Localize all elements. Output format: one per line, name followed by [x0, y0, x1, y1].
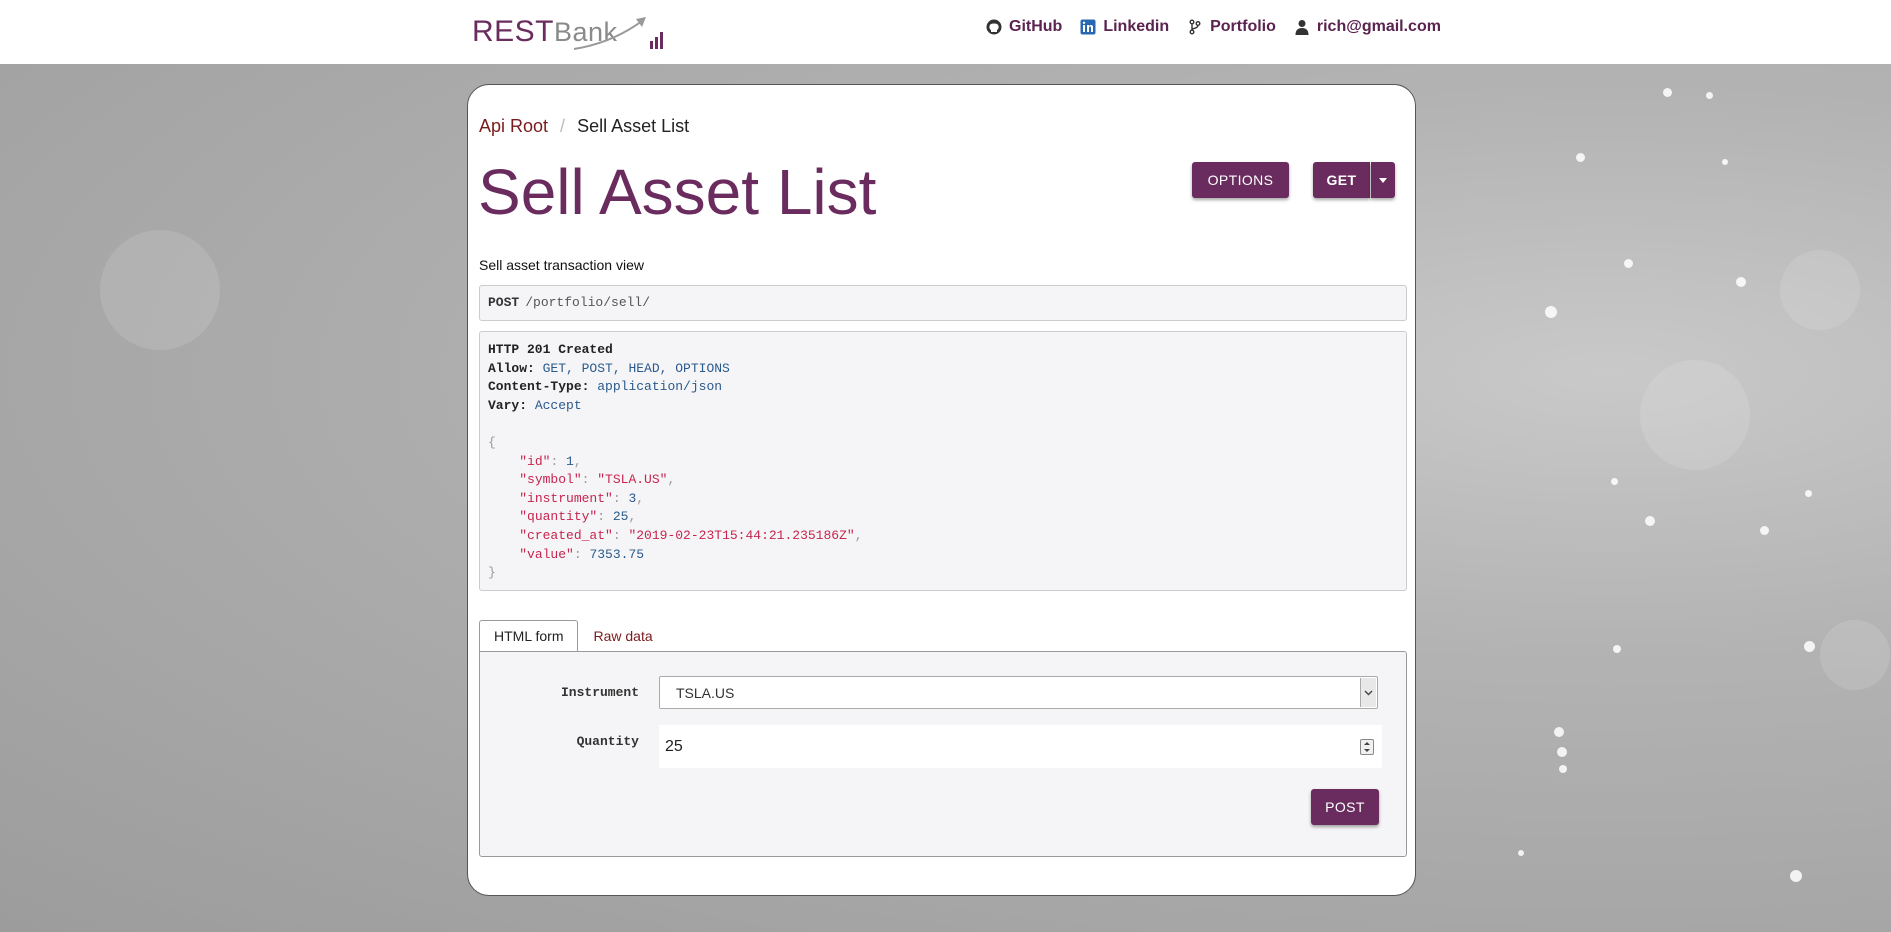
json-key: "symbol"	[519, 472, 582, 488]
json-line: "instrument": 3,	[519, 490, 645, 506]
nav-link-github[interactable]: GitHub	[986, 18, 1062, 36]
breadcrumb-separator: /	[560, 116, 566, 136]
chart-swoosh-icon	[573, 17, 663, 50]
branch-icon	[1189, 19, 1201, 35]
json-key: "value"	[519, 546, 574, 562]
header-value: application/json	[597, 379, 723, 395]
nav-link-portfolio[interactable]: Portfolio	[1187, 18, 1276, 36]
request-info: POST/portfolio/sell/	[479, 285, 1407, 321]
header-value: Accept	[534, 397, 582, 413]
post-button[interactable]: POST	[1311, 789, 1379, 825]
json-key: "id"	[519, 453, 551, 469]
caret-down-icon	[1379, 177, 1387, 183]
header-value: GET, POST, HEAD, OPTIONS	[542, 360, 730, 376]
user-icon	[1295, 20, 1309, 35]
header-key: Allow:	[488, 360, 535, 376]
tab-html-form[interactable]: HTML form	[479, 620, 579, 652]
json-value: 7353.75	[589, 546, 645, 562]
json-value: 1	[566, 453, 574, 469]
nav-link-label: rich@gmail.com	[1316, 18, 1441, 35]
header-key: Vary:	[488, 397, 528, 413]
instrument-selected-value: TSLA.US	[676, 684, 735, 701]
json-line: "created_at": "2019-02-23T15:44:21.23518…	[519, 527, 863, 543]
nav-link-label: Linkedin	[1103, 18, 1170, 35]
response-header: Allow: GET, POST, HEAD, OPTIONS	[488, 360, 1398, 379]
response-header: Content-Type: application/json	[488, 378, 1398, 397]
navbar: RESTBank GitHub Linkedin Portfolio rich@…	[0, 0, 1891, 64]
json-key: "quantity"	[519, 509, 598, 525]
json-close-brace: }	[488, 565, 496, 581]
nav-link-user[interactable]: rich@gmail.com	[1294, 18, 1441, 36]
json-value: 25	[612, 509, 629, 525]
get-format-dropdown-button[interactable]	[1371, 162, 1395, 198]
nav-link-label: GitHub	[1009, 18, 1063, 35]
linkedin-icon	[1080, 19, 1096, 35]
chevron-down-icon	[1360, 678, 1376, 707]
json-line: "value": 7353.75	[519, 546, 645, 562]
form-tabs: HTML form Raw data	[479, 620, 668, 652]
quantity-input[interactable]: 25	[659, 725, 1382, 768]
json-line: "id": 1,	[519, 453, 582, 469]
get-button[interactable]: GET	[1313, 162, 1370, 198]
github-icon	[986, 19, 1002, 35]
page-title: Sell Asset List	[478, 156, 877, 228]
stepper-down-icon	[1364, 749, 1370, 752]
content-card: Api Root / Sell Asset List Sell Asset Li…	[467, 84, 1416, 896]
nav-link-label: Portfolio	[1210, 18, 1276, 35]
quantity-value: 25	[665, 737, 683, 755]
json-open-brace: {	[488, 434, 496, 450]
breadcrumb: Api Root / Sell Asset List	[479, 116, 689, 137]
quantity-label: Quantity	[576, 734, 639, 749]
instrument-select[interactable]: TSLA.US	[659, 676, 1378, 709]
brand-rest: REST	[472, 15, 555, 48]
brand-logo[interactable]: RESTBank	[472, 13, 672, 53]
json-value: "TSLA.US"	[597, 472, 668, 488]
nav-links: GitHub Linkedin Portfolio rich@gmail.com	[986, 18, 1459, 36]
json-key: "instrument"	[519, 490, 613, 506]
html-form-panel: Instrument TSLA.US Quantity 25 POST	[479, 651, 1407, 857]
response-status: HTTP 201 Created	[488, 342, 613, 357]
breadcrumb-current: Sell Asset List	[577, 116, 690, 136]
response-header: Vary: Accept	[488, 397, 1398, 416]
options-button[interactable]: OPTIONS	[1192, 162, 1289, 198]
view-description: Sell asset transaction view	[479, 257, 644, 273]
json-value: "2019-02-23T15:44:21.235186Z"	[628, 527, 855, 543]
quantity-stepper[interactable]	[1360, 739, 1374, 755]
nav-link-linkedin[interactable]: Linkedin	[1080, 18, 1169, 36]
tab-raw-data[interactable]: Raw data	[578, 620, 667, 652]
request-url: /portfolio/sell/	[525, 295, 651, 310]
instrument-label: Instrument	[560, 685, 639, 700]
request-method: POST	[488, 295, 520, 310]
json-line: "symbol": "TSLA.US",	[519, 472, 676, 488]
stepper-up-icon	[1364, 742, 1370, 745]
response-info: HTTP 201 Created Allow: GET, POST, HEAD,…	[479, 331, 1407, 591]
breadcrumb-api-root[interactable]: Api Root	[479, 116, 548, 137]
json-line: "quantity": 25,	[519, 509, 637, 525]
header-key: Content-Type:	[488, 379, 590, 395]
json-key: "created_at"	[519, 527, 613, 543]
